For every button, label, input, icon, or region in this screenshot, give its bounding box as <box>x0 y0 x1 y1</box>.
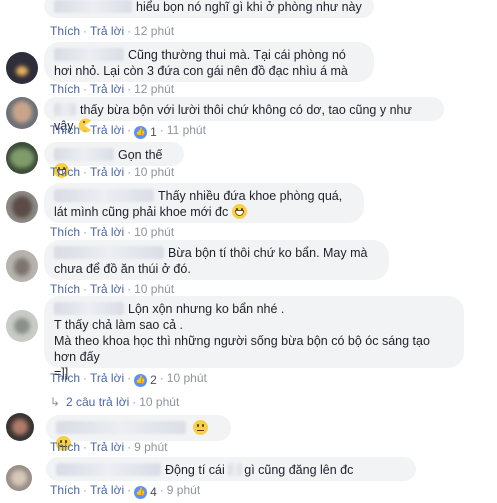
blurred-author-name <box>54 48 124 61</box>
like-count[interactable]: 👍 1 <box>134 125 157 139</box>
timestamp: 10 phút <box>134 225 175 239</box>
like-count[interactable]: 👍 4 <box>134 485 157 499</box>
timestamp: 10 phút <box>139 395 180 409</box>
reply-link[interactable]: Trả lời <box>90 483 124 497</box>
blurred-author-name <box>54 189 154 202</box>
comment-bubble: Động tí cái gì cũng đăng lên đc <box>46 457 416 481</box>
like-link[interactable]: Thích <box>50 225 80 239</box>
comment-line: Lộn xộn nhưng ko bẩn nhé . <box>54 301 454 317</box>
thumbs-up-icon: 👍 <box>134 373 148 387</box>
reply-link[interactable]: Trả lời <box>90 225 124 239</box>
like-link[interactable]: Thích <box>50 24 80 38</box>
comment-actions: Thích · Trả lời · 👍 2 · 10 phút <box>50 371 207 387</box>
comment-bubble <box>46 415 231 451</box>
avatar[interactable] <box>6 191 38 223</box>
comment-bubble: Thấy nhiều đứa khoe phòng quá, lát mình … <box>44 183 364 223</box>
reply-link[interactable]: Trả lời <box>90 123 124 137</box>
like-link[interactable]: Thích <box>50 483 80 497</box>
like-count[interactable]: 👍 2 <box>134 373 157 387</box>
timestamp: 12 phút <box>134 82 175 96</box>
blurred-author-name <box>54 246 164 259</box>
comment-actions: Thích · Trả lời · 👍 4 · 9 phút <box>50 483 201 499</box>
blurred-author-name <box>56 421 186 434</box>
timestamp: 10 phút <box>134 282 175 296</box>
comment-actions: Thích · Trả lời · 9 phút <box>50 440 168 454</box>
avatar[interactable] <box>6 52 38 84</box>
timestamp: 10 phút <box>166 371 207 385</box>
avatar[interactable] <box>6 97 38 129</box>
comment-bubble: thấy bừa bộn với lười thôi chứ không có … <box>44 97 444 133</box>
timestamp: 12 phút <box>134 24 175 38</box>
avatar[interactable] <box>6 310 38 342</box>
blurred-mention <box>228 463 243 476</box>
like-link[interactable]: Thích <box>50 123 80 137</box>
grinning-emoji-icon <box>231 204 247 219</box>
reply-link[interactable]: Trả lời <box>90 24 124 38</box>
avatar[interactable] <box>6 250 38 282</box>
blurred-author-name <box>54 302 124 315</box>
like-link[interactable]: Thích <box>50 82 80 96</box>
timestamp: 9 phút <box>166 483 201 497</box>
avatar[interactable] <box>6 465 32 491</box>
avatar[interactable] <box>6 413 34 441</box>
comment-bubble: Lộn xộn nhưng ko bẩn nhé . T thấy chả là… <box>44 296 464 380</box>
comment-bubble: Gọn thế <box>44 142 184 178</box>
comment-actions: Thích · Trả lời · 12 phút <box>50 24 175 38</box>
thumbs-up-icon: 👍 <box>134 485 148 499</box>
reply-link[interactable]: Trả lời <box>90 82 124 96</box>
reply-arrow-icon: ↳ <box>50 395 61 409</box>
blurred-author-name <box>54 148 114 161</box>
like-link[interactable]: Thích <box>50 371 80 385</box>
comment-actions: Thích · Trả lời · 10 phút <box>50 282 175 296</box>
comment-actions: Thích · Trả lời · 10 phút <box>50 165 175 179</box>
reply-link[interactable]: Trả lời <box>90 440 124 454</box>
comment-line: Mà theo khoa học thì những người sống bừ… <box>54 334 430 364</box>
blurred-author-name <box>54 103 76 116</box>
view-replies-link[interactable]: ↳ 2 câu trả lời · 10 phút <box>50 395 179 409</box>
comment-text: Gọn thế <box>118 148 163 162</box>
comment-line: T thấy chả làm sao cả . <box>54 318 183 332</box>
reply-link[interactable]: Trả lời <box>90 282 124 296</box>
timestamp: 10 phút <box>134 165 175 179</box>
comment-actions: Thích · Trả lời · 10 phút <box>50 225 175 239</box>
reply-link[interactable]: Trả lời <box>90 371 124 385</box>
comment-text: hiểu bọn nó nghĩ gì khi ở phòng như này <box>136 0 362 14</box>
like-link[interactable]: Thích <box>50 440 80 454</box>
blurred-author-name <box>56 463 161 476</box>
neutral-face-emoji-icon <box>193 420 209 435</box>
comment-actions: Thích · Trả lời · 👍 1 · 11 phút <box>50 123 206 139</box>
comment-bubble: Bừa bộn tí thôi chứ ko bẩn. May mà chưa … <box>44 240 389 280</box>
comment-bubble: Cũng thường thui mà. Tại cái phòng nó hơ… <box>44 42 374 82</box>
like-link[interactable]: Thích <box>50 282 80 296</box>
avatar[interactable] <box>6 142 38 174</box>
blurred-author-name <box>54 0 132 13</box>
reply-link[interactable]: Trả lời <box>90 165 124 179</box>
timestamp: 9 phút <box>134 440 168 454</box>
like-link[interactable]: Thích <box>50 165 80 179</box>
comment-actions: Thích · Trả lời · 12 phút <box>50 82 175 96</box>
comment-bubble: hiểu bọn nó nghĩ gì khi ở phòng như này <box>44 0 374 18</box>
timestamp: 11 phút <box>166 123 206 137</box>
thumbs-up-icon: 👍 <box>134 125 148 139</box>
